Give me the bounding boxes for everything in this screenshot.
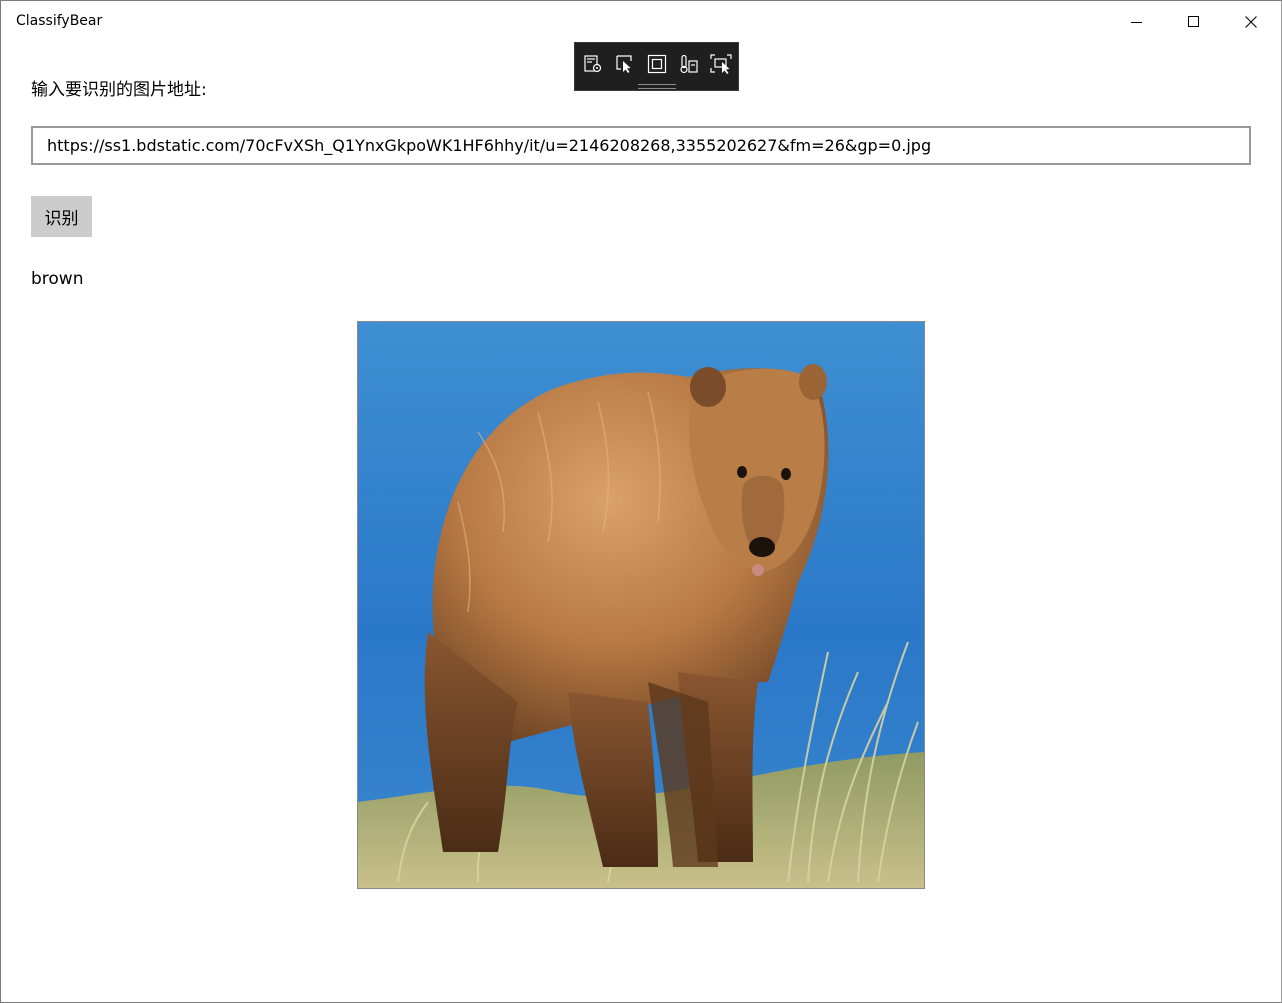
preview-selection-icon[interactable] [709,52,733,76]
live-visual-tree-icon[interactable] [581,52,605,76]
minimize-icon [1131,21,1142,23]
xaml-debug-toolbar [574,42,739,91]
bear-image [357,321,925,889]
app-window: ClassifyBear 输入要识别的图片地址: https://ss1.bds… [0,0,1282,1003]
app-title: ClassifyBear [16,13,103,29]
select-element-icon[interactable] [613,52,637,76]
minimize-button[interactable] [1109,1,1165,42]
title-bar[interactable]: ClassifyBear [1,1,1281,42]
close-icon [1245,15,1257,28]
classification-result: brown [31,269,84,289]
recognize-button[interactable]: 识别 [31,196,92,237]
display-layout-adorners-icon[interactable] [645,52,669,76]
url-prompt-label: 输入要识别的图片地址: [31,80,207,100]
image-url-input[interactable] [31,126,1251,165]
maximize-button[interactable] [1166,1,1222,42]
toolbar-grip[interactable] [638,84,676,89]
maximize-icon [1188,15,1199,27]
track-focus-icon[interactable] [677,52,701,76]
close-button[interactable] [1223,1,1279,42]
